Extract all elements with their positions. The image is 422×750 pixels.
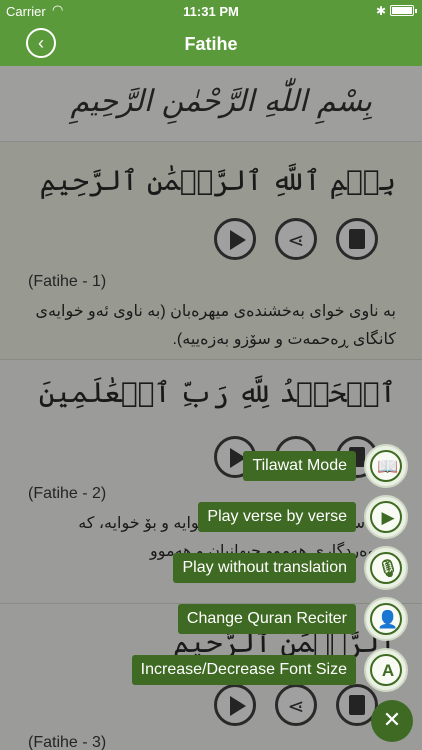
fab-icon-ring: 🎙 [370, 552, 402, 584]
bluetooth-icon: ✱ [375, 4, 386, 18]
fab-label: Play verse by verse [198, 502, 356, 532]
fab-button[interactable]: 🎙 [364, 546, 408, 590]
fab-icon-ring: 📖 [370, 450, 402, 482]
fab-button[interactable]: ▶ [364, 495, 408, 539]
fab-button[interactable]: 📖 [364, 444, 408, 488]
book-open-icon: 📖 [377, 457, 399, 476]
page-title: Fatihe [184, 34, 238, 54]
fab-icon-ring: ▶ [370, 501, 402, 533]
fab-icon-ring: 👤 [370, 603, 402, 635]
fab-play-verse-by-verse[interactable]: Play verse by verse ▶ [108, 495, 408, 539]
fab-button[interactable]: 👤 [364, 597, 408, 641]
battery-icon [390, 5, 417, 16]
font-size-icon: A [381, 661, 395, 680]
fab-play-without-translation[interactable]: Play without translation 🎙 [108, 546, 408, 590]
microphone-icon: 🎙 [377, 559, 399, 578]
fab-font-size[interactable]: Increase/Decrease Font Size A [108, 648, 408, 692]
fab-change-reciter[interactable]: Change Quran Reciter 👤 [108, 597, 408, 641]
fab-label: Play without translation [173, 553, 356, 583]
fab-icon-ring: A [370, 654, 402, 686]
play-icon: ▶ [381, 508, 395, 527]
status-time: 11:31 PM [183, 4, 239, 19]
close-icon: ✕ [382, 707, 402, 732]
reciter-icon: 👤 [377, 610, 399, 629]
fab-button[interactable]: A [364, 648, 408, 692]
close-menu-button[interactable]: ✕ [371, 700, 413, 742]
status-bar: Carrier ◠ 11:31 PM ✱ [0, 0, 422, 22]
fab-label: Change Quran Reciter [177, 604, 356, 634]
fab-tilawat-mode[interactable]: Tilawat Mode 📖 [108, 444, 408, 488]
fab-label: Increase/Decrease Font Size [131, 655, 356, 685]
fab-label: Tilawat Mode [243, 451, 356, 481]
navigation-bar: ‹ Fatihe [0, 22, 422, 66]
